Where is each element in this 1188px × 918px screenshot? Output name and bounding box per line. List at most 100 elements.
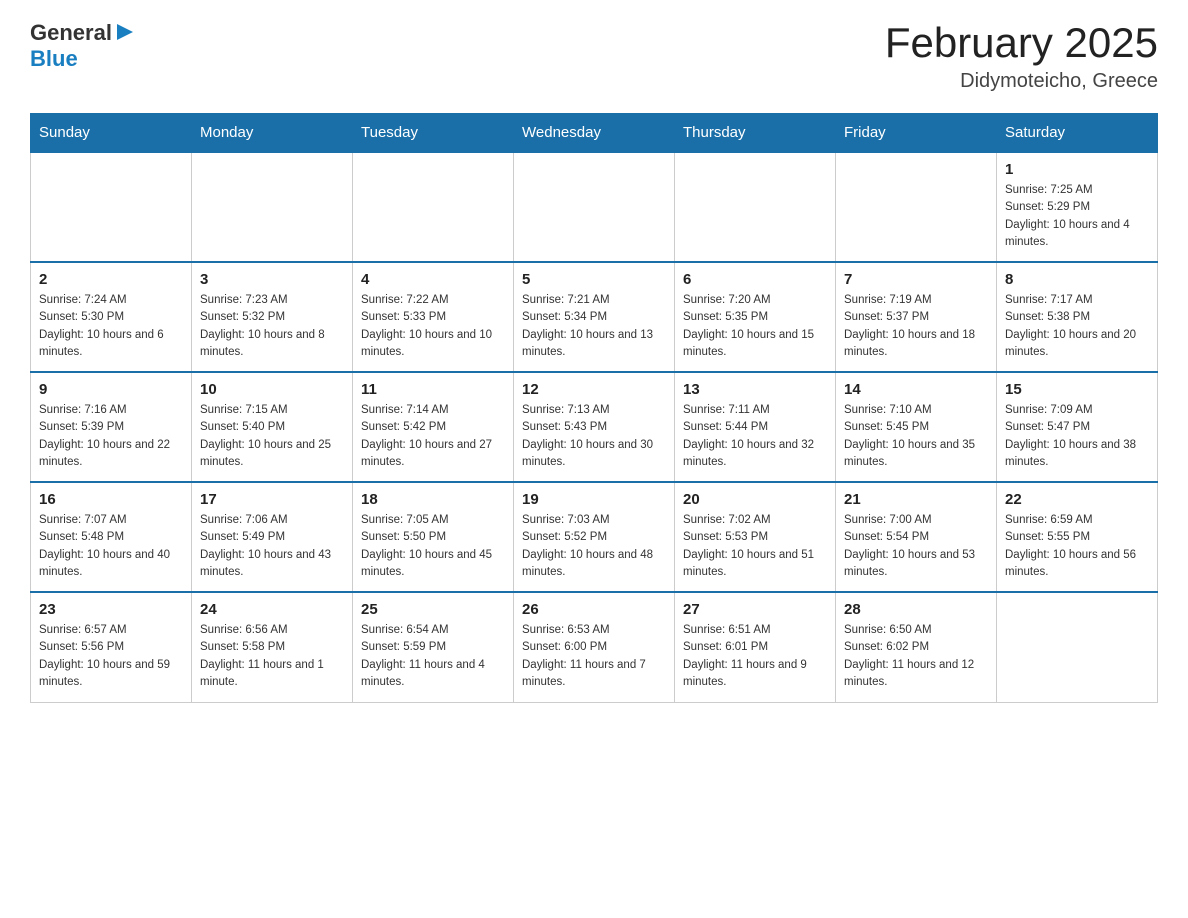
weekday-header-saturday: Saturday: [997, 114, 1158, 153]
calendar-cell: 4 Sunrise: 7:22 AM Sunset: 5:33 PM Daylig…: [353, 262, 514, 372]
logo-blue-text: Blue: [30, 46, 78, 72]
day-number: 10: [200, 381, 344, 398]
day-info: Sunrise: 7:00 AM Sunset: 5:54 PM Dayligh…: [844, 512, 988, 581]
page-header: General Blue February 2025 Didymoteicho,…: [30, 20, 1158, 93]
calendar-week-row: 9Sunrise: 7:16 AM Sunset: 5:39 PM Daylig…: [31, 372, 1158, 482]
day-info: Sunrise: 6:50 AM Sunset: 6:02 PM Dayligh…: [844, 622, 988, 691]
calendar-cell: 16Sunrise: 7:07 AM Sunset: 5:48 PM Dayli…: [31, 482, 192, 592]
calendar-cell: [192, 152, 353, 262]
calendar-cell: 18Sunrise: 7:05 AM Sunset: 5:50 PM Dayli…: [353, 482, 514, 592]
day-info: Sunrise: 6:56 AM Sunset: 5:58 PM Dayligh…: [200, 622, 344, 691]
day-number: 8: [1005, 271, 1149, 288]
day-number: 1: [1005, 161, 1149, 178]
calendar-cell: 25 Sunrise: 6:54 AM Sunset: 5:59 PM Dayli…: [353, 592, 514, 702]
calendar-week-row: 1 Sunrise: 7:25 AM Sunset: 5:29 PM Daylig…: [31, 152, 1158, 262]
day-number: 27: [683, 601, 827, 618]
day-info: Sunrise: 6:54 AM Sunset: 5:59 PM Dayligh…: [361, 622, 505, 691]
day-number: 23: [39, 601, 183, 618]
day-number: 28: [844, 601, 988, 618]
calendar-cell: [675, 152, 836, 262]
day-number: 19: [522, 491, 666, 508]
day-number: 24: [200, 601, 344, 618]
weekday-header-thursday: Thursday: [675, 114, 836, 153]
day-number: 17: [200, 491, 344, 508]
day-number: 15: [1005, 381, 1149, 398]
weekday-header-sunday: Sunday: [31, 114, 192, 153]
calendar-cell: 7 Sunrise: 7:19 AM Sunset: 5:37 PM Daylig…: [836, 262, 997, 372]
day-info: Sunrise: 7:03 AM Sunset: 5:52 PM Dayligh…: [522, 512, 666, 581]
calendar-cell: [31, 152, 192, 262]
calendar-cell: 22 Sunrise: 6:59 AM Sunset: 5:55 PM Dayli…: [997, 482, 1158, 592]
calendar-cell: 6 Sunrise: 7:20 AM Sunset: 5:35 PM Daylig…: [675, 262, 836, 372]
day-number: 3: [200, 271, 344, 288]
calendar-week-row: 16Sunrise: 7:07 AM Sunset: 5:48 PM Dayli…: [31, 482, 1158, 592]
location-title: Didymoteicho, Greece: [885, 70, 1158, 93]
day-info: Sunrise: 6:59 AM Sunset: 5:55 PM Dayligh…: [1005, 512, 1149, 581]
calendar-cell: [997, 592, 1158, 702]
day-info: Sunrise: 7:16 AM Sunset: 5:39 PM Dayligh…: [39, 402, 183, 471]
calendar-week-row: 23 Sunrise: 6:57 AM Sunset: 5:56 PM Dayli…: [31, 592, 1158, 702]
day-number: 12: [522, 381, 666, 398]
day-number: 25: [361, 601, 505, 618]
calendar-cell: 15Sunrise: 7:09 AM Sunset: 5:47 PM Dayli…: [997, 372, 1158, 482]
calendar-cell: 13 Sunrise: 7:11 AM Sunset: 5:44 PM Dayli…: [675, 372, 836, 482]
calendar-cell: 23 Sunrise: 6:57 AM Sunset: 5:56 PM Dayli…: [31, 592, 192, 702]
day-number: 7: [844, 271, 988, 288]
calendar-cell: 5 Sunrise: 7:21 AM Sunset: 5:34 PM Daylig…: [514, 262, 675, 372]
calendar-week-row: 2Sunrise: 7:24 AM Sunset: 5:30 PM Daylig…: [31, 262, 1158, 372]
day-info: Sunrise: 7:23 AM Sunset: 5:32 PM Dayligh…: [200, 292, 344, 361]
calendar-cell: 21Sunrise: 7:00 AM Sunset: 5:54 PM Dayli…: [836, 482, 997, 592]
weekday-header-tuesday: Tuesday: [353, 114, 514, 153]
calendar-cell: 14 Sunrise: 7:10 AM Sunset: 5:45 PM Dayli…: [836, 372, 997, 482]
day-number: 4: [361, 271, 505, 288]
calendar-cell: [514, 152, 675, 262]
day-info: Sunrise: 7:13 AM Sunset: 5:43 PM Dayligh…: [522, 402, 666, 471]
calendar-cell: 8 Sunrise: 7:17 AM Sunset: 5:38 PM Daylig…: [997, 262, 1158, 372]
day-info: Sunrise: 7:14 AM Sunset: 5:42 PM Dayligh…: [361, 402, 505, 471]
day-info: Sunrise: 7:21 AM Sunset: 5:34 PM Dayligh…: [522, 292, 666, 361]
calendar-cell: 11 Sunrise: 7:14 AM Sunset: 5:42 PM Dayli…: [353, 372, 514, 482]
day-info: Sunrise: 7:19 AM Sunset: 5:37 PM Dayligh…: [844, 292, 988, 361]
day-number: 13: [683, 381, 827, 398]
day-info: Sunrise: 6:51 AM Sunset: 6:01 PM Dayligh…: [683, 622, 827, 691]
day-info: Sunrise: 7:07 AM Sunset: 5:48 PM Dayligh…: [39, 512, 183, 581]
weekday-header-wednesday: Wednesday: [514, 114, 675, 153]
calendar-cell: 17 Sunrise: 7:06 AM Sunset: 5:49 PM Dayli…: [192, 482, 353, 592]
day-info: Sunrise: 7:24 AM Sunset: 5:30 PM Dayligh…: [39, 292, 183, 361]
day-number: 11: [361, 381, 505, 398]
day-info: Sunrise: 7:06 AM Sunset: 5:49 PM Dayligh…: [200, 512, 344, 581]
day-info: Sunrise: 6:57 AM Sunset: 5:56 PM Dayligh…: [39, 622, 183, 691]
day-info: Sunrise: 7:25 AM Sunset: 5:29 PM Dayligh…: [1005, 182, 1149, 251]
calendar-cell: 27 Sunrise: 6:51 AM Sunset: 6:01 PM Dayli…: [675, 592, 836, 702]
calendar-cell: 2Sunrise: 7:24 AM Sunset: 5:30 PM Daylig…: [31, 262, 192, 372]
calendar-cell: 28 Sunrise: 6:50 AM Sunset: 6:02 PM Dayli…: [836, 592, 997, 702]
calendar-cell: 24 Sunrise: 6:56 AM Sunset: 5:58 PM Dayli…: [192, 592, 353, 702]
calendar-cell: 10Sunrise: 7:15 AM Sunset: 5:40 PM Dayli…: [192, 372, 353, 482]
calendar-cell: 26 Sunrise: 6:53 AM Sunset: 6:00 PM Dayli…: [514, 592, 675, 702]
day-number: 6: [683, 271, 827, 288]
day-info: Sunrise: 7:20 AM Sunset: 5:35 PM Dayligh…: [683, 292, 827, 361]
day-number: 18: [361, 491, 505, 508]
weekday-header-monday: Monday: [192, 114, 353, 153]
day-info: Sunrise: 7:11 AM Sunset: 5:44 PM Dayligh…: [683, 402, 827, 471]
logo: General Blue: [30, 20, 135, 72]
calendar-cell: 20 Sunrise: 7:02 AM Sunset: 5:53 PM Dayli…: [675, 482, 836, 592]
month-title: February 2025: [885, 20, 1158, 66]
weekday-header-row: SundayMondayTuesdayWednesdayThursdayFrid…: [31, 114, 1158, 153]
day-info: Sunrise: 7:10 AM Sunset: 5:45 PM Dayligh…: [844, 402, 988, 471]
calendar-cell: [353, 152, 514, 262]
day-number: 22: [1005, 491, 1149, 508]
day-info: Sunrise: 6:53 AM Sunset: 6:00 PM Dayligh…: [522, 622, 666, 691]
day-info: Sunrise: 7:22 AM Sunset: 5:33 PM Dayligh…: [361, 292, 505, 361]
calendar-table: SundayMondayTuesdayWednesdayThursdayFrid…: [30, 113, 1158, 703]
calendar-cell: 9Sunrise: 7:16 AM Sunset: 5:39 PM Daylig…: [31, 372, 192, 482]
day-info: Sunrise: 7:02 AM Sunset: 5:53 PM Dayligh…: [683, 512, 827, 581]
day-number: 26: [522, 601, 666, 618]
calendar-cell: [836, 152, 997, 262]
day-number: 20: [683, 491, 827, 508]
day-number: 5: [522, 271, 666, 288]
day-info: Sunrise: 7:17 AM Sunset: 5:38 PM Dayligh…: [1005, 292, 1149, 361]
logo-arrow-icon: [115, 22, 135, 42]
day-number: 14: [844, 381, 988, 398]
calendar-cell: 1 Sunrise: 7:25 AM Sunset: 5:29 PM Daylig…: [997, 152, 1158, 262]
